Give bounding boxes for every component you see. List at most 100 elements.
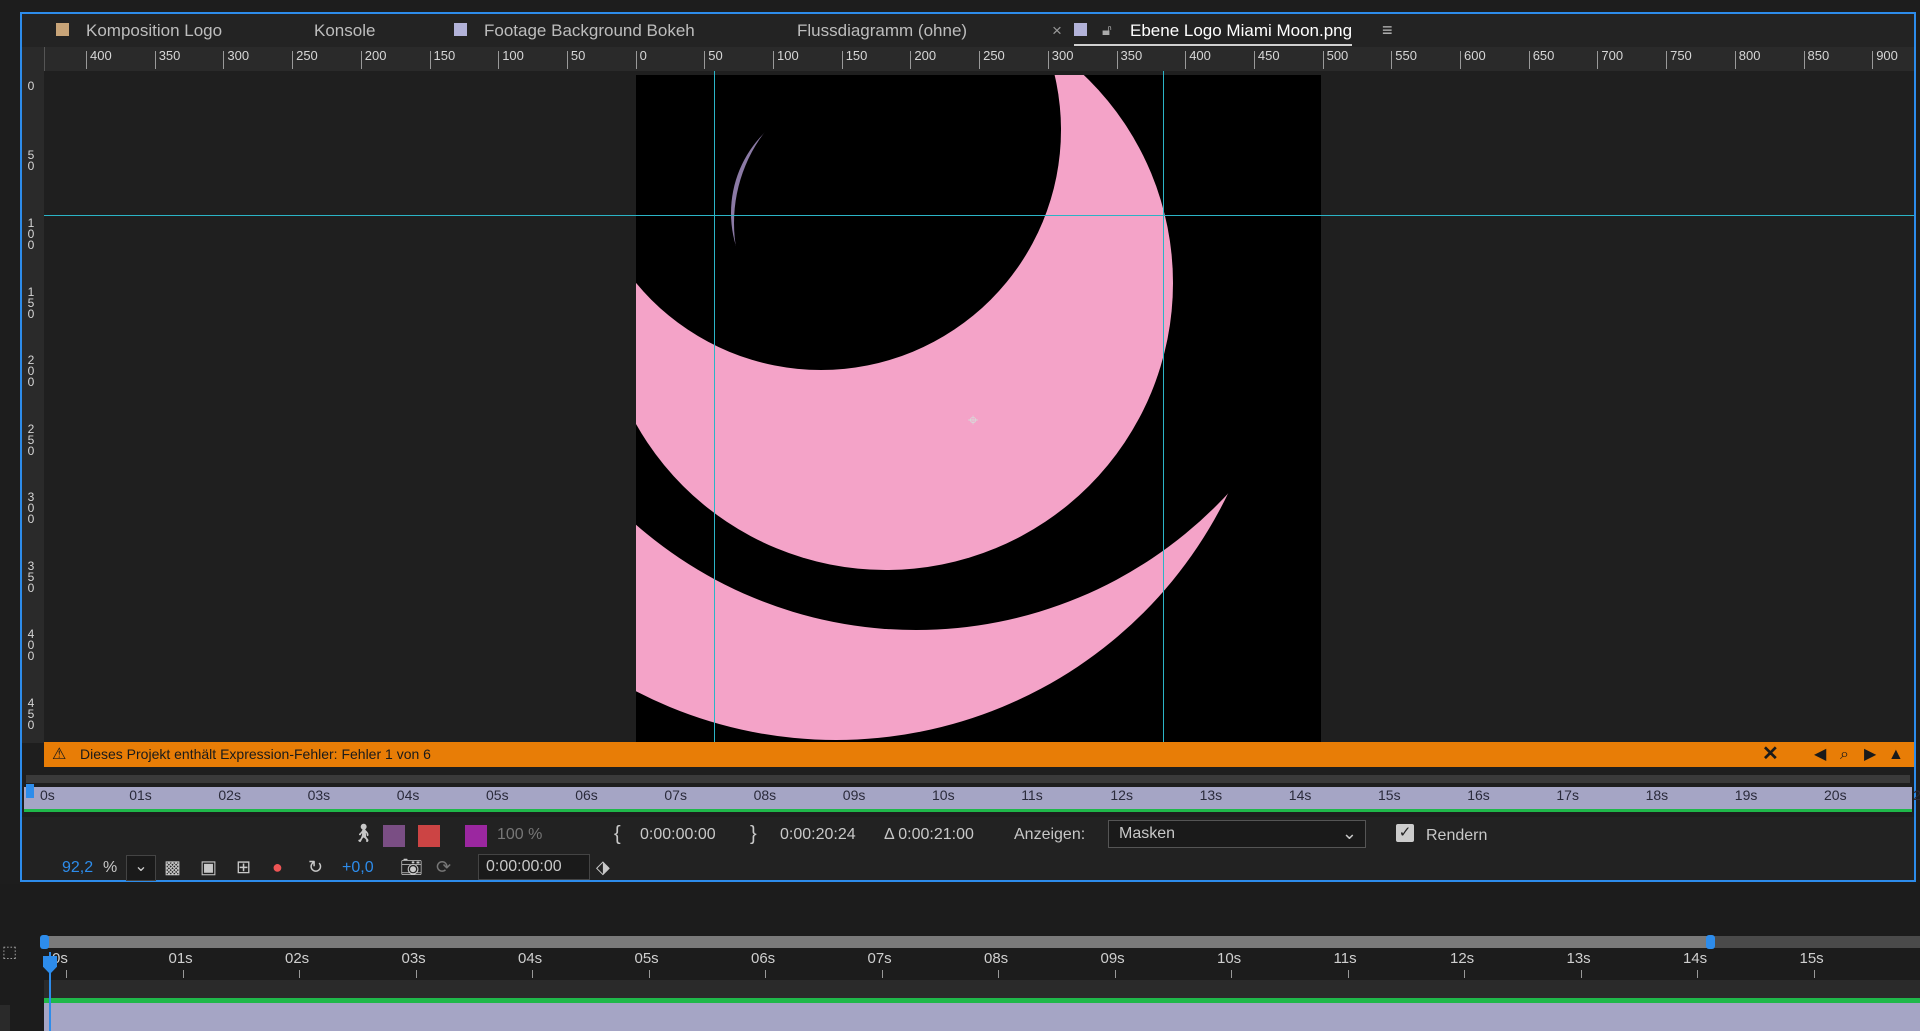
- time-tick-label: 06s: [575, 787, 598, 803]
- close-tab-button[interactable]: ×: [1052, 14, 1062, 47]
- channel-icon[interactable]: ●: [272, 857, 283, 878]
- lock-icon[interactable]: 🔓︎: [1102, 14, 1112, 47]
- panel-menu-button[interactable]: ≡: [1382, 14, 1393, 47]
- ruler-top-label: 550: [1395, 48, 1417, 63]
- guide-vertical-2[interactable]: [1163, 71, 1164, 743]
- work-area-bar[interactable]: [24, 809, 1912, 812]
- safe-margins-icon[interactable]: ⊞: [236, 857, 251, 878]
- ruler-top-label: 350: [1120, 48, 1143, 63]
- search-icon[interactable]: ⌕: [1840, 742, 1849, 767]
- ruler-top-label: 200: [364, 48, 387, 63]
- graph-editor-icon[interactable]: ⬚: [2, 942, 17, 962]
- expression-error-bar: ⚠ Dieses Projekt enthält Expression-Fehl…: [44, 742, 1914, 767]
- ruler-top-label: 400: [1189, 48, 1211, 63]
- time-navigator-range[interactable]: [44, 936, 1710, 948]
- ruler-top-label: 250: [296, 48, 318, 63]
- chevron-down-icon: ⌄: [1341, 823, 1357, 843]
- time-tick: [648, 970, 650, 978]
- motion-path-icon[interactable]: [383, 825, 405, 847]
- time-tick: [182, 970, 184, 978]
- tab-label: Ebene Logo Miami Moon.png: [1130, 21, 1353, 40]
- tab-konsole[interactable]: Konsole: [314, 14, 375, 47]
- timeline-panel: ⬚ 0s 01s 02s 03s 04s 05s 06s 07s 08s 09s 10s 11s 12s…: [0, 884, 1920, 1031]
- mask-visibility-icon[interactable]: ▣: [200, 857, 217, 878]
- next-error-icon[interactable]: ▶: [1864, 742, 1876, 767]
- tab-flussdiagramm[interactable]: Flussdiagramm (ohne): [797, 14, 967, 47]
- time-tick: [1231, 970, 1232, 978]
- time-tick-label: 15s: [1799, 950, 1824, 967]
- tab-label: Konsole: [314, 21, 376, 40]
- time-navigator-bar[interactable]: [26, 775, 1910, 783]
- close-icon[interactable]: ✕: [1762, 742, 1779, 767]
- ruler-tick: [1597, 51, 1599, 69]
- layer-canvas[interactable]: [401, 0, 1321, 743]
- timeline-header: [0, 884, 1920, 926]
- snapshot-icon[interactable]: 📷︎: [400, 857, 423, 878]
- show-snapshot-icon[interactable]: ⟳: [436, 857, 451, 878]
- zoom-value[interactable]: 92,2: [62, 859, 93, 877]
- ruler-left[interactable]: 0 50 100 150 200 250 300 350 400 450: [22, 71, 44, 743]
- ruler-tick: [1872, 51, 1874, 69]
- tab-ebene-logo[interactable]: 🔓︎ Ebene Logo Miami Moon.png: [1074, 14, 1353, 47]
- layer-bar[interactable]: [44, 1003, 1920, 1031]
- guide-vertical-1[interactable]: [714, 71, 715, 743]
- ruler-tick: [1391, 51, 1393, 69]
- ruler-origin[interactable]: [22, 47, 45, 71]
- ruler-left-label: 200: [27, 353, 35, 389]
- current-time-field[interactable]: 0:00:00:00: [478, 854, 590, 880]
- navigator-end-handle[interactable]: [1706, 935, 1715, 949]
- tab-komposition-logo[interactable]: Komposition Logo: [56, 14, 222, 47]
- in-time-value[interactable]: 0:00:00:00: [640, 826, 716, 844]
- tab-footage-background-bokeh[interactable]: Footage Background Bokeh: [454, 14, 695, 47]
- set-out-point-icon[interactable]: }: [750, 823, 757, 846]
- navigator-start-handle[interactable]: [40, 935, 49, 949]
- reset-exposure-icon[interactable]: ↻: [308, 857, 323, 878]
- onion-skin-icon[interactable]: [418, 825, 440, 847]
- zoom-dropdown[interactable]: ⌄: [126, 855, 156, 881]
- out-time-value[interactable]: 0:00:20:24: [780, 826, 856, 844]
- view-dropdown[interactable]: Masken ⌄: [1108, 820, 1366, 848]
- exposure-value[interactable]: +0,0: [342, 859, 374, 877]
- opacity-value[interactable]: 100 %: [497, 826, 542, 844]
- time-tick-label: 09s: [1100, 950, 1125, 967]
- time-tick-label: 02s: [218, 787, 241, 803]
- ruler-top-label: 100: [502, 48, 524, 63]
- anchor-point-icon[interactable]: ⌖: [968, 410, 978, 431]
- ruler-top-label: 900: [1876, 48, 1898, 63]
- time-tick: [299, 970, 300, 978]
- collapse-icon[interactable]: ▲: [1888, 742, 1904, 767]
- time-tick-label: 07s: [664, 787, 687, 803]
- ruler-left-label: 100: [27, 216, 35, 252]
- ruler-top-label: 150: [845, 48, 868, 63]
- view-label: Anzeigen:: [1014, 826, 1086, 843]
- color-label-icon[interactable]: [465, 825, 487, 847]
- time-tick: [1464, 970, 1465, 978]
- set-in-point-icon[interactable]: {: [614, 823, 621, 846]
- layer-time-ruler[interactable]: 0s 01s 02s 03s 04s 05s 06s 07s 08s 09s 10s 11s 12s 13…: [24, 775, 1920, 815]
- ruler-tick: [635, 51, 637, 69]
- layer-controls: 🚶︎ 100 % { 0:00:00:00 } 0:00:20:24 Δ 0:0…: [22, 817, 1914, 881]
- ruler-left-label: 50: [27, 147, 35, 173]
- guide-horizontal[interactable]: [44, 215, 1914, 216]
- playhead-icon[interactable]: [26, 784, 34, 798]
- figure-icon[interactable]: 🚶︎: [352, 823, 375, 844]
- ruler-top-label: 650: [1532, 48, 1555, 63]
- transparency-grid-icon[interactable]: ▩: [164, 857, 181, 878]
- time-tick: [998, 970, 999, 978]
- render-label: Rendern: [1426, 827, 1488, 844]
- expression-error-text[interactable]: Dieses Projekt enthält Expression-Fehler…: [80, 742, 431, 767]
- label-color-swatch: [56, 23, 69, 36]
- time-tick-label: 16s: [1467, 787, 1490, 803]
- always-preview-icon[interactable]: ⬗: [596, 857, 610, 878]
- chevron-down-icon: ⌄: [134, 858, 148, 875]
- ruler-top[interactable]: 400 350 300 250 200 150 100 50 0 50 100 150 200 250 30…: [22, 47, 1914, 71]
- previous-error-icon[interactable]: ◀: [1814, 742, 1826, 767]
- playhead-icon[interactable]: [43, 956, 57, 974]
- ruler-left-label: 250: [27, 421, 35, 458]
- time-tick: [1813, 970, 1815, 978]
- tab-label: Komposition Logo: [86, 21, 223, 40]
- time-tick-label: 05s: [486, 787, 509, 803]
- ruler-tick: [1047, 51, 1049, 69]
- time-tick-label: 01s: [129, 787, 152, 803]
- render-checkbox[interactable]: ✓: [1396, 824, 1414, 842]
